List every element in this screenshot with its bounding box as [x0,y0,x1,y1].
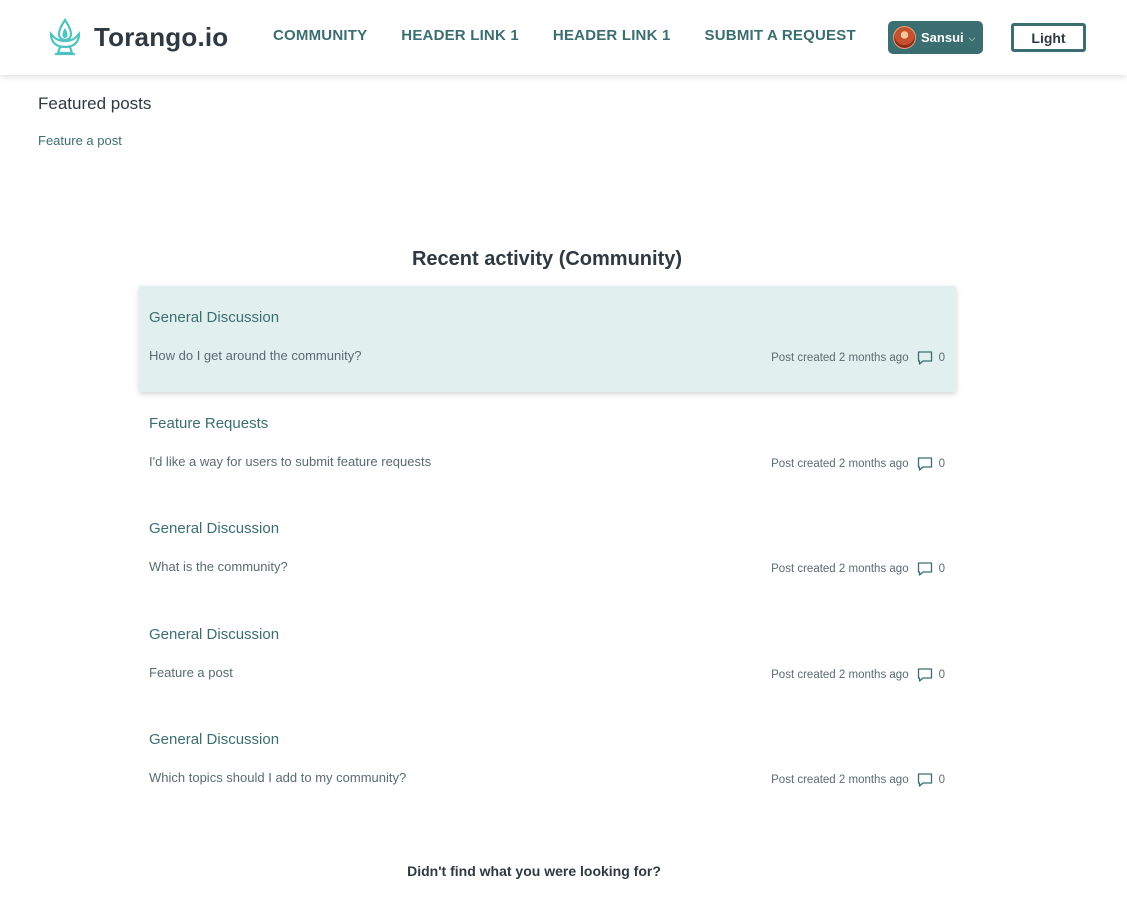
main-nav: COMMUNITY HEADER LINK 1 HEADER LINK 1 SU… [273,27,890,44]
brand-logo-link[interactable]: Torango.io [48,18,228,56]
activity-item-created: Post created 2 months ago [771,457,909,470]
activity-item-title[interactable]: How do I get around the community? [149,348,361,363]
theme-toggle-button[interactable]: Light [1011,23,1086,52]
activity-item[interactable]: General Discussion How do I get around t… [139,286,956,392]
recent-activity-list: General Discussion How do I get around t… [139,286,956,814]
comment-count: 0 [938,352,945,364]
lotus-lamp-icon [49,18,81,56]
comment-icon [917,351,932,365]
activity-item-created: Post created 2 months ago [771,563,909,575]
comment-count: 0 [938,668,945,681]
activity-item[interactable]: Feature Requests I'd like a way for user… [139,392,956,498]
activity-item[interactable]: General Discussion What is the community… [139,497,956,603]
activity-item-created: Post created 2 months ago [771,352,909,364]
activity-item-category[interactable]: Feature Requests [149,415,946,432]
activity-item-title[interactable]: What is the community? [149,559,288,574]
activity-item[interactable]: General Discussion Feature a post Post c… [139,603,956,709]
activity-item-meta: Post created 2 months ago 0 [771,667,945,683]
activity-item-title[interactable]: I'd like a way for users to submit featu… [149,454,431,469]
activity-item-category[interactable]: General Discussion [149,626,946,643]
feature-a-post-link[interactable]: Feature a post [38,133,122,148]
nav-link-submit-request[interactable]: SUBMIT A REQUEST [705,27,856,44]
activity-item-meta: Post created 2 months ago 0 [771,561,945,577]
site-header: Torango.io COMMUNITY HEADER LINK 1 HEADE… [0,0,1127,75]
comment-count: 0 [938,774,945,786]
nav-link-community[interactable]: COMMUNITY [273,27,367,44]
comment-count: 0 [938,457,945,470]
activity-item-created: Post created 2 months ago [771,668,909,681]
activity-item-category[interactable]: General Discussion [149,731,946,748]
activity-item-title[interactable]: Which topics should I add to my communit… [149,770,406,785]
chevron-down-icon: ⌵ [968,33,976,43]
comment-count: 0 [938,563,945,575]
activity-item-category[interactable]: General Discussion [149,520,946,537]
user-name: Sansui [921,30,964,45]
activity-item[interactable]: General Discussion Which topics should I… [139,708,956,814]
featured-posts-heading: Featured posts [38,94,152,113]
nav-link-header-1[interactable]: HEADER LINK 1 [401,27,519,44]
not-found-prompt: Didn't find what you were looking for? [407,863,661,879]
activity-item-title[interactable]: Feature a post [149,665,233,680]
comment-icon [917,773,932,787]
user-avatar [893,26,916,49]
activity-item-category[interactable]: General Discussion [149,309,946,326]
activity-item-meta: Post created 2 months ago 0 [771,350,945,366]
brand-name: Torango.io [94,21,229,52]
nav-link-header-1-second[interactable]: HEADER LINK 1 [553,27,671,44]
comment-icon [917,562,932,576]
comment-icon [917,667,932,682]
recent-activity-heading: Recent activity (Community) [411,248,683,270]
activity-item-meta: Post created 2 months ago 0 [771,456,945,472]
activity-item-meta: Post created 2 months ago 0 [771,772,945,788]
activity-item-created: Post created 2 months ago [771,774,909,786]
user-menu-button[interactable]: Sansui ⌵ [888,21,983,54]
comment-icon [917,456,932,471]
